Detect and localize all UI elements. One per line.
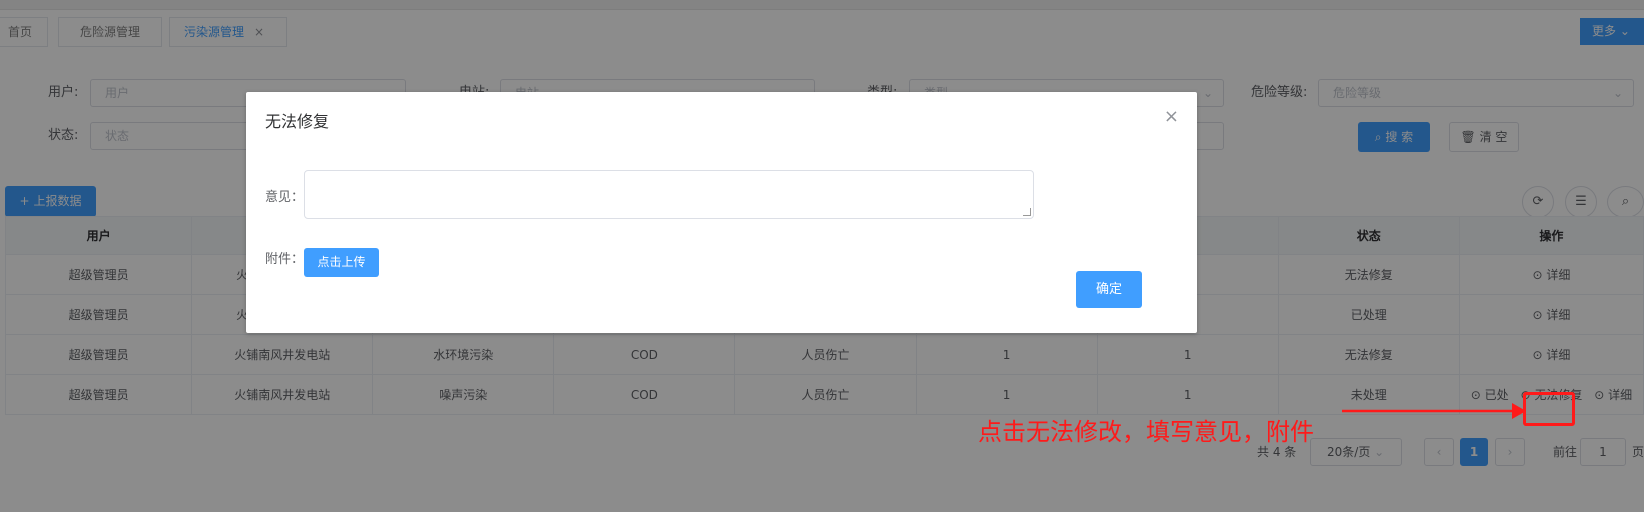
resize-handle-icon[interactable]: [1023, 208, 1031, 216]
dialog-title: 无法修复: [265, 112, 330, 131]
attachment-label: 附件：: [265, 252, 305, 267]
annotation-highlight-box: [1523, 392, 1575, 426]
upload-button[interactable]: 点击上传: [304, 248, 379, 277]
opinion-label: 意见：: [265, 190, 305, 205]
confirm-button[interactable]: 确定: [1076, 271, 1142, 308]
annotation-arrow: [1342, 403, 1526, 419]
opinion-textarea[interactable]: [304, 170, 1034, 219]
close-icon[interactable]: ×: [1164, 106, 1179, 127]
annotation-text: 点击无法修改，填写意见，附件: [978, 418, 1314, 446]
unrepairable-dialog: 无法修复 × 意见： 附件： 点击上传 确定: [246, 92, 1197, 333]
